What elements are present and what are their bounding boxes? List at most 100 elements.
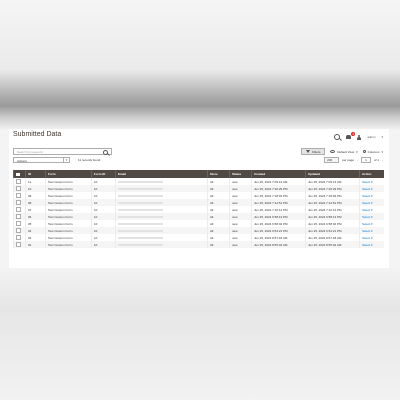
cell-updated: Jun 25, 2024 7:18:03 PM [305, 192, 360, 199]
columns-chevron-down-icon: ▾ [381, 149, 383, 154]
cell-action[interactable]: Select ▾ [359, 227, 384, 234]
cell-status: new [229, 213, 252, 220]
cell-action[interactable]: Select ▾ [359, 192, 384, 199]
checkbox-icon [16, 214, 21, 219]
cell-created: Jun 25, 2024 7:12:51 PM [251, 199, 306, 206]
cell-action[interactable]: Select ▾ [359, 234, 384, 241]
table-row: 03 Test Custom Form 10 All new Jun 25, 2024 8… [13, 234, 384, 241]
column-header-email[interactable]: Email [115, 170, 208, 178]
column-header-id[interactable]: ID [25, 170, 46, 178]
cell-form-id: 10 [91, 220, 116, 227]
keyword-search-input[interactable]: Search by keyword [13, 148, 112, 155]
cell-status: new [229, 206, 252, 213]
cell-action[interactable]: Select ▾ [359, 206, 384, 213]
cell-form: Test Custom Form [45, 185, 92, 192]
row-checkbox[interactable] [13, 199, 26, 206]
eye-icon [330, 150, 336, 153]
column-header-form-id[interactable]: Form ID [91, 170, 116, 178]
page-title: Submitted Data [13, 131, 62, 138]
cell-form-id: 10 [91, 199, 116, 206]
filters-label: Filters [312, 149, 321, 154]
row-checkbox[interactable] [13, 213, 26, 220]
column-header-updated[interactable]: Updated [305, 170, 360, 178]
cell-email [115, 227, 208, 234]
cell-created: Jun 25, 2024 8:57:18 AM [251, 234, 306, 241]
filters-button[interactable]: Filters [301, 148, 326, 155]
row-checkbox[interactable] [13, 206, 26, 213]
cell-status: new [229, 241, 252, 248]
cell-id: 05 [25, 220, 46, 227]
cell-form: Test Custom Form [45, 213, 92, 220]
action-chevron-down-icon: ▾ [370, 186, 373, 191]
action-chevron-down-icon: ▾ [370, 200, 373, 205]
columns-control[interactable]: Columns ▾ [362, 149, 383, 154]
column-header-status[interactable]: Status [229, 170, 252, 178]
actions-chevron-down-icon: ▾ [63, 158, 69, 162]
action-chevron-down-icon: ▾ [370, 214, 373, 219]
cell-id: 02 [25, 241, 46, 248]
cell-action[interactable]: Select ▾ [359, 199, 384, 206]
user-icon[interactable] [357, 134, 362, 140]
cell-updated: Jun 25, 2024 7:09:13 AM [305, 178, 360, 185]
row-checkbox[interactable] [13, 192, 26, 199]
search-placeholder: Search by keyword [17, 150, 43, 154]
blurred-email [118, 243, 163, 246]
table-row: 05 Test Custom Form 10 All new Jun 25, 2024 6… [13, 220, 384, 227]
row-checkbox[interactable] [13, 241, 26, 248]
page-number-input[interactable]: 1 [360, 157, 371, 163]
cell-email [115, 185, 208, 192]
column-header-form[interactable]: Form [45, 170, 92, 178]
row-checkbox[interactable] [13, 178, 26, 185]
checkbox-icon [16, 242, 21, 247]
row-checkbox[interactable] [13, 234, 26, 241]
cell-status: new [229, 234, 252, 241]
cell-created: Jun 25, 2024 7:09:13 AM [251, 178, 306, 185]
select-all-checkbox[interactable] [13, 170, 26, 178]
blurred-email [118, 187, 163, 190]
cell-status: new [229, 192, 252, 199]
per-page-select[interactable]: 200 [324, 157, 340, 163]
row-checkbox[interactable] [13, 227, 26, 234]
next-page-button[interactable]: › [382, 158, 383, 162]
cell-form: Test Custom Form [45, 192, 92, 199]
cell-action[interactable]: Select ▾ [359, 185, 384, 192]
cell-form-id: 10 [91, 213, 116, 220]
cell-email [115, 213, 208, 220]
search-icon[interactable] [103, 150, 108, 155]
cell-form: Test Custom Form [45, 206, 92, 213]
checkbox-icon [16, 221, 21, 226]
cell-id: 11 [25, 178, 46, 185]
mass-actions-select[interactable]: Actions ▾ [13, 157, 70, 163]
table-row: 02 Test Custom Form 10 All new Jun 25, 2024 8… [13, 241, 384, 248]
global-search-icon[interactable] [334, 134, 341, 140]
column-header-store[interactable]: Store [207, 170, 230, 178]
column-header-created[interactable]: Created [251, 170, 306, 178]
cell-action[interactable]: Select ▾ [359, 220, 384, 227]
blurred-email [118, 236, 163, 239]
checkbox-icon [16, 179, 21, 184]
cell-action[interactable]: Select ▾ [359, 241, 384, 248]
columns-label: Columns [367, 149, 380, 154]
cell-status: new [229, 220, 252, 227]
cell-form-id: 10 [91, 234, 116, 241]
cell-action[interactable]: Select ▾ [359, 213, 384, 220]
row-checkbox[interactable] [13, 185, 26, 192]
cell-updated: Jun 25, 2024 8:57:18 AM [305, 234, 360, 241]
row-checkbox[interactable] [13, 220, 26, 227]
grid-toolbar: Filters Default View ▾ Columns ▾ [301, 148, 383, 155]
view-switcher[interactable]: Default View ▾ [330, 150, 358, 154]
notifications-bell-icon[interactable]: 2 [346, 132, 356, 139]
cell-store: All [207, 213, 230, 220]
cell-form: Test Custom Form [45, 241, 92, 248]
account-chevron-down-icon[interactable]: ▾ [381, 135, 383, 139]
cell-form: Test Custom Form [45, 220, 92, 227]
blurred-email [118, 215, 163, 218]
grid-body: 11 Test Custom Form 10 All new Jun 25, 2024 7… [13, 178, 384, 248]
cell-updated: Jun 25, 2024 7:12:51 PM [305, 199, 360, 206]
page-background-top [0, 0, 400, 130]
admin-account-name[interactable]: admin [367, 135, 375, 139]
cell-action[interactable]: Select ▾ [359, 178, 384, 185]
cell-store: All [207, 199, 230, 206]
blurred-email [118, 208, 163, 211]
previous-page-button[interactable]: ‹ [357, 158, 358, 162]
